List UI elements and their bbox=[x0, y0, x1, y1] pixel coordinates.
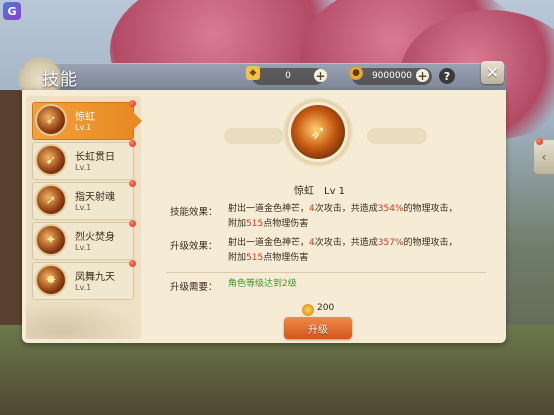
gold-ingot-icon: ◆ bbox=[246, 66, 260, 80]
phoenix-arrow-icon: ✸ bbox=[35, 264, 67, 296]
notification-dot bbox=[129, 140, 136, 147]
chevron-left-icon: ‹ bbox=[541, 150, 547, 164]
add-coin-button[interactable]: + bbox=[416, 69, 429, 82]
effect-label: 技能效果： bbox=[170, 207, 218, 218]
panel-title: 技能 bbox=[42, 70, 78, 90]
notification-dot bbox=[129, 100, 136, 107]
skill-name: 凤舞九天 bbox=[75, 272, 115, 283]
gem-amount: 0 bbox=[285, 71, 291, 81]
skill-title: 惊虹 Lv 1 bbox=[294, 182, 345, 197]
upgrade-effect-text: 射出一道金色神芒，4次攻击，共造成357%的物理攻击， 附加515点物理伤害 bbox=[228, 238, 458, 263]
upgrade-effect-label: 升级效果： bbox=[170, 241, 218, 252]
skill-level: Lv.1 bbox=[75, 203, 92, 212]
skill-item-liehuo[interactable]: ✦ 烈火焚身 Lv.1 bbox=[32, 220, 136, 260]
skill-level: Lv.1 bbox=[75, 283, 92, 292]
panel-title-bar: 技能 0 ◆ + 9000000 ● + ? ✕ bbox=[16, 57, 506, 93]
skill-item-fengwu[interactable]: ✸ 凤舞九天 Lv.1 bbox=[32, 260, 136, 300]
skill-item-jinghong[interactable]: ➶ 惊虹 Lv.1 bbox=[32, 100, 142, 140]
arrow-volley-icon: ➹ bbox=[35, 144, 67, 176]
help-button[interactable]: ? bbox=[439, 68, 455, 84]
skill-name: 长虹贯日 bbox=[75, 152, 115, 163]
notification-dot bbox=[129, 220, 136, 227]
app-corner-icon[interactable]: G bbox=[3, 2, 21, 20]
skill-item-zhitian[interactable]: ➚ 指天射魂 Lv.1 bbox=[32, 180, 136, 220]
fire-arrow-icon: ➶ bbox=[291, 105, 345, 159]
skill-detail: ➶ 惊虹 Lv 1 技能效果： 射出一道金色神芒，4次攻击，共造成354%的物理攻… bbox=[144, 90, 506, 343]
skill-panel: 技能 0 ◆ + 9000000 ● + ? ✕ ➶ 惊虹 Lv.1 ➹ 长虹贯… bbox=[16, 57, 506, 343]
skill-title-name: 惊虹 bbox=[294, 186, 314, 197]
panel-body: ➶ 惊虹 Lv.1 ➹ 长虹贯日 Lv.1 ➚ 指天射魂 Lv.1 ✦ 烈火焚身… bbox=[22, 90, 506, 343]
coin-amount: 9000000 bbox=[371, 71, 413, 81]
skill-name: 指天射魂 bbox=[75, 192, 115, 203]
ornament-right bbox=[367, 128, 427, 144]
close-button[interactable]: ✕ bbox=[481, 61, 504, 84]
skill-level: Lv.1 bbox=[75, 243, 92, 252]
notification-dot bbox=[129, 180, 136, 187]
ornament-left bbox=[224, 128, 284, 144]
add-gem-button[interactable]: + bbox=[314, 69, 327, 82]
skill-list: ➶ 惊虹 Lv.1 ➹ 长虹贯日 Lv.1 ➚ 指天射魂 Lv.1 ✦ 烈火焚身… bbox=[26, 96, 142, 339]
side-expand-tab[interactable]: ‹ bbox=[534, 138, 554, 174]
upgrade-cost: 200 bbox=[317, 303, 335, 313]
notification-dot bbox=[129, 260, 136, 267]
effect-text: 射出一道金色神芒，4次攻击，共造成354%的物理攻击， 附加515点物理伤害 bbox=[228, 204, 458, 229]
flame-arrow-icon: ✦ bbox=[35, 224, 67, 256]
coin-icon: ● bbox=[349, 66, 363, 80]
fire-arrow-icon: ➶ bbox=[35, 104, 67, 136]
requirement-label: 升级需要： bbox=[170, 282, 218, 293]
skill-level: Lv.1 bbox=[75, 163, 92, 172]
notification-dot bbox=[536, 138, 543, 145]
skill-name: 惊虹 bbox=[75, 112, 95, 123]
skill-level: Lv.1 bbox=[75, 123, 92, 132]
cloud-decoration bbox=[26, 299, 141, 339]
skill-title-level: Lv 1 bbox=[324, 186, 346, 197]
skill-name: 烈火焚身 bbox=[75, 232, 115, 243]
divider bbox=[166, 272, 486, 273]
skill-item-changhong[interactable]: ➹ 长虹贯日 Lv.1 bbox=[32, 140, 136, 180]
coin-icon bbox=[302, 304, 314, 316]
requirement-text: 角色等级达到2级 bbox=[228, 279, 297, 289]
upgrade-button[interactable]: 升级 bbox=[284, 317, 352, 339]
sky-arrow-icon: ➚ bbox=[35, 184, 67, 216]
